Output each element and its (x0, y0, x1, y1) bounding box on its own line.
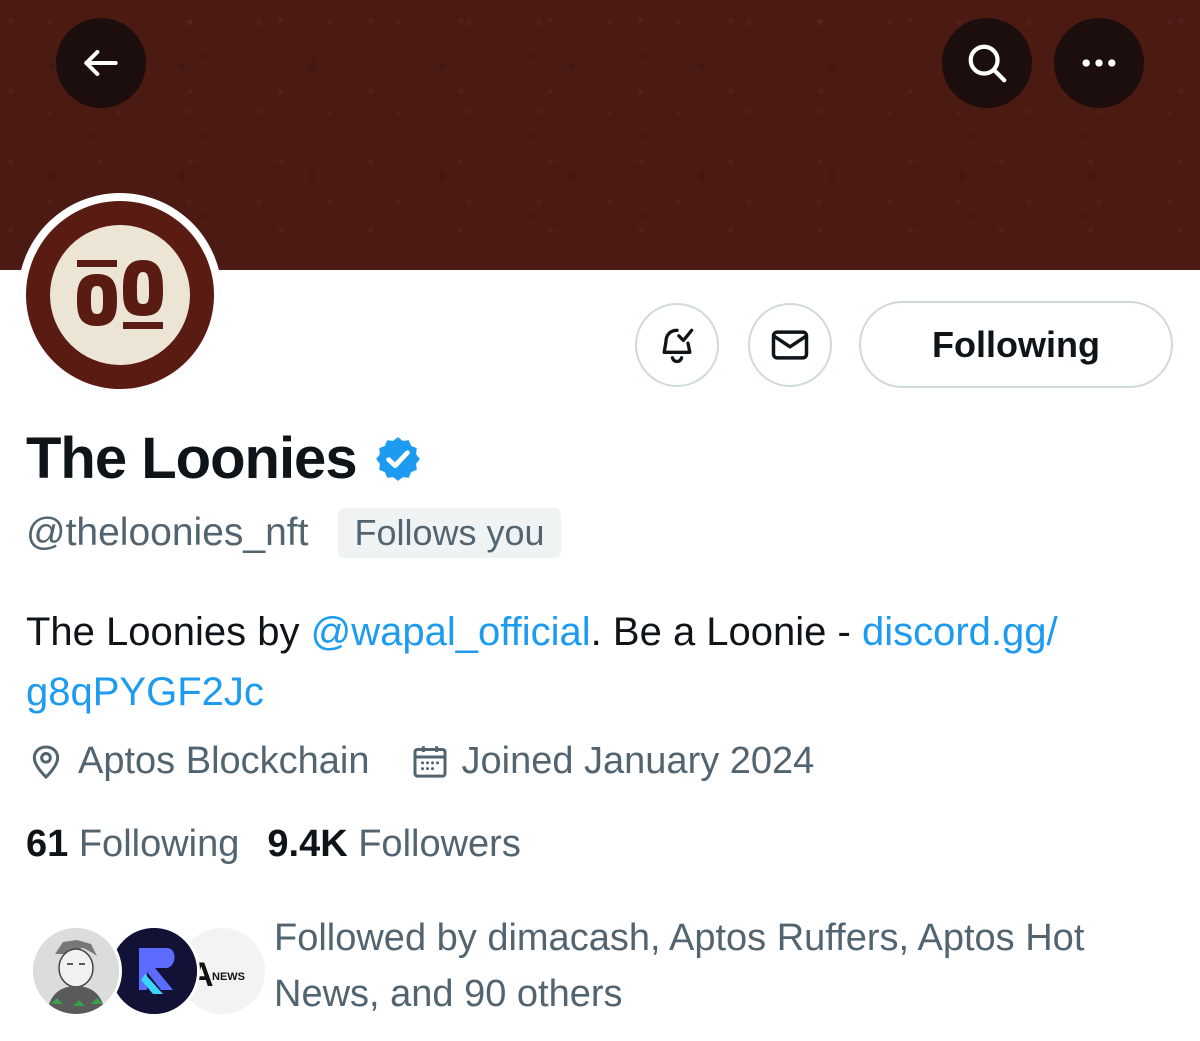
followed-by-avatars[interactable]: A NEWS (30, 925, 268, 1021)
following-label: Following (78, 823, 240, 865)
follows-you-badge: Follows you (338, 508, 561, 558)
more-horizontal-icon (1082, 59, 1116, 67)
followed-by-line-2: News, and 90 others (274, 973, 623, 1015)
profile-avatar[interactable] (18, 193, 222, 397)
more-button[interactable] (1054, 18, 1144, 108)
search-icon (968, 44, 1007, 83)
aptos-ruffers-avatar-icon (111, 928, 197, 1014)
bio-mention-link[interactable]: @wapal_official (311, 610, 591, 654)
location-text: Aptos Blockchain (78, 740, 370, 782)
back-button[interactable] (56, 18, 146, 108)
followers-stat[interactable]: 9.4K Followers (267, 823, 520, 866)
followed-by-line-1: Followed by dimacash, Aptos Ruffers, Apt… (274, 917, 1085, 959)
follow-stats: 61 Following 9.4K Followers (26, 823, 549, 866)
avatar-ring (26, 201, 214, 389)
location-pin-icon (32, 744, 60, 779)
news-avatar-label: NEWS (212, 971, 245, 983)
loonies-logo-icon (77, 260, 163, 329)
followed-by-text[interactable]: Followed by dimacash, Aptos Ruffers, Apt… (274, 910, 1174, 1022)
display-name: The Loonies (26, 426, 358, 491)
bio-text-2: . Be a Loonie - (590, 610, 862, 654)
bio-discord-link-continued[interactable]: g8qPYGF2Jc (26, 662, 1186, 722)
arrow-left-icon (84, 49, 118, 77)
profile-bio: The Loonies by @wapal_official. Be a Loo… (26, 602, 1186, 722)
mail-icon (771, 330, 809, 360)
notifications-button[interactable] (635, 303, 719, 387)
following-button[interactable]: Following (859, 301, 1173, 388)
dimacash-avatar-icon (33, 928, 119, 1014)
message-button[interactable] (748, 303, 832, 387)
name-row: The Loonies (26, 425, 423, 492)
followers-count: 9.4K (267, 823, 348, 865)
bio-discord-link[interactable]: discord.gg/ (862, 610, 1058, 654)
profile-meta: Aptos Blockchain Joined January 2024 (26, 740, 854, 783)
joined-item: Joined January 2024 (410, 740, 815, 783)
joined-text: Joined January 2024 (461, 740, 815, 782)
calendar-icon (413, 745, 446, 778)
bell-check-icon (662, 328, 694, 364)
verified-badge-icon[interactable] (373, 434, 423, 484)
avatar-dimacash (30, 925, 122, 1017)
handle-row: @theloonies_nft Follows you (26, 508, 561, 558)
followers-label: Followers (358, 823, 521, 865)
location-item: Aptos Blockchain (26, 740, 370, 783)
bio-text-1: The Loonies by (26, 610, 311, 654)
profile-handle: @theloonies_nft (26, 511, 309, 554)
following-count: 61 (26, 823, 69, 865)
search-button[interactable] (942, 18, 1032, 108)
avatar-logo (50, 225, 190, 365)
following-stat[interactable]: 61 Following (26, 823, 239, 866)
